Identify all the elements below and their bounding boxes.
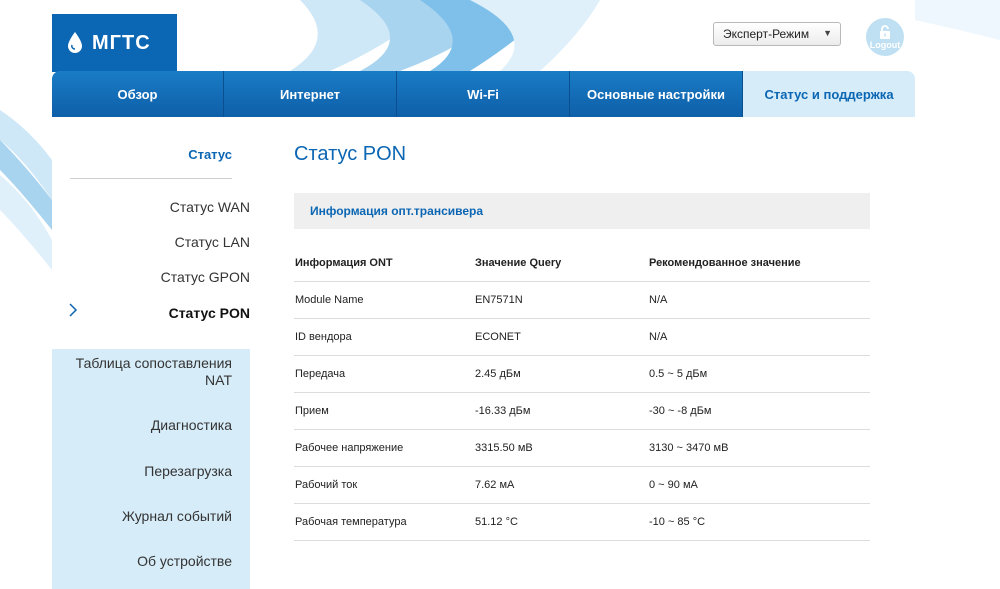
sidebar-item-reboot[interactable]: Перезагрузка bbox=[42, 463, 232, 480]
tab-internet[interactable]: Интернет bbox=[224, 71, 397, 117]
sidebar-item-wan-status[interactable]: Статус WAN bbox=[52, 199, 250, 215]
chevron-down-icon: ▼ bbox=[823, 28, 832, 38]
section-title: Информация опт.трансивера bbox=[310, 204, 484, 218]
table-cell: 2.45 дБм bbox=[475, 368, 521, 380]
table-cell: Передача bbox=[295, 368, 346, 380]
logout-button[interactable]: Logout bbox=[866, 18, 904, 56]
main-nav: Обзор Интернет Wi-Fi Основные настройки … bbox=[52, 71, 915, 117]
table-cell: Рабочий ток bbox=[295, 479, 358, 491]
tab-overview[interactable]: Обзор bbox=[52, 71, 224, 117]
table-header-row: Информация ONT Значение Query Рекомендов… bbox=[294, 245, 870, 282]
sidebar-item-about-device[interactable]: Об устройстве bbox=[42, 553, 232, 570]
sidebar-section-status[interactable]: Статус bbox=[70, 147, 232, 162]
transceiver-table: Информация ONT Значение Query Рекомендов… bbox=[294, 245, 870, 541]
sidebar-item-pon-status[interactable]: Статус PON bbox=[52, 305, 250, 321]
column-header: Значение Query bbox=[475, 257, 562, 269]
table-cell: Прием bbox=[295, 405, 329, 417]
table-cell: N/A bbox=[649, 294, 668, 306]
table-row: Прием -16.33 дБм -30 ~ -8 дБм bbox=[294, 393, 870, 430]
table-cell: Module Name bbox=[295, 294, 364, 306]
table-row: ID вендора ECONET N/A bbox=[294, 319, 870, 356]
table-row: Рабочая температура 51.12 °C -10 ~ 85 °C bbox=[294, 504, 870, 541]
table-cell: ID вендора bbox=[295, 331, 352, 343]
table-cell: EN7571N bbox=[475, 294, 523, 306]
table-cell: -16.33 дБм bbox=[475, 405, 531, 417]
mode-select-value: Эксперт-Режим bbox=[723, 27, 810, 41]
table-row: Рабочий ток 7.62 мА 0 ~ 90 мА bbox=[294, 467, 870, 504]
table-cell: N/A bbox=[649, 331, 668, 343]
sidebar-item-nat-table[interactable]: Таблица сопоставления NAT bbox=[42, 355, 232, 389]
sidebar-item-nat-line2: NAT bbox=[205, 372, 232, 388]
sidebar-item-nat-line1: Таблица сопоставления bbox=[75, 355, 232, 371]
page-title: Статус PON bbox=[294, 143, 407, 165]
table-cell: Рабочая температура bbox=[295, 516, 407, 528]
logo-text: МГТС bbox=[92, 31, 151, 54]
table-cell: 3315.50 мВ bbox=[475, 442, 533, 454]
table-cell: -10 ~ 85 °C bbox=[649, 516, 706, 528]
column-header: Информация ONT bbox=[295, 257, 393, 269]
section-header: Информация опт.трансивера bbox=[294, 193, 870, 229]
logo-drop-icon bbox=[68, 32, 82, 53]
sidebar-divider bbox=[70, 178, 232, 179]
table-cell: ECONET bbox=[475, 331, 521, 343]
sidebar: Статус Статус WAN Статус LAN Статус GPON… bbox=[52, 117, 250, 589]
sidebar-item-diagnostics[interactable]: Диагностика bbox=[42, 417, 232, 434]
sidebar-item-lan-status[interactable]: Статус LAN bbox=[52, 234, 250, 250]
table-row: Рабочее напряжение 3315.50 мВ 3130 ~ 347… bbox=[294, 430, 870, 467]
mode-select[interactable]: Эксперт-Режим ▼ bbox=[713, 22, 841, 46]
tab-status-support[interactable]: Статус и поддержка bbox=[743, 71, 915, 117]
sidebar-item-gpon-status[interactable]: Статус GPON bbox=[52, 269, 250, 285]
unlock-icon bbox=[880, 24, 890, 39]
column-header: Рекомендованное значение bbox=[649, 257, 801, 269]
sidebar-status-group: Статус Статус WAN Статус LAN Статус GPON… bbox=[52, 117, 250, 349]
brand-logo[interactable]: МГТС bbox=[52, 14, 177, 72]
table-cell: 7.62 мА bbox=[475, 479, 515, 491]
sidebar-item-event-log[interactable]: Журнал событий bbox=[42, 508, 232, 525]
table-cell: 0 ~ 90 мА bbox=[649, 479, 698, 491]
main-content: Статус PON Информация опт.трансивера Инф… bbox=[250, 117, 915, 589]
table-row: Module Name EN7571N N/A bbox=[294, 282, 870, 319]
tab-basic-settings[interactable]: Основные настройки bbox=[570, 71, 743, 117]
table-cell: -30 ~ -8 дБм bbox=[649, 405, 712, 417]
table-cell: 0.5 ~ 5 дБм bbox=[649, 368, 708, 380]
table-row: Передача 2.45 дБм 0.5 ~ 5 дБм bbox=[294, 356, 870, 393]
logout-label: Logout bbox=[869, 39, 901, 50]
table-cell: 3130 ~ 3470 мВ bbox=[649, 442, 729, 454]
table-cell: Рабочее напряжение bbox=[295, 442, 404, 454]
tab-wifi[interactable]: Wi-Fi bbox=[397, 71, 570, 117]
table-cell: 51.12 °C bbox=[475, 516, 518, 528]
